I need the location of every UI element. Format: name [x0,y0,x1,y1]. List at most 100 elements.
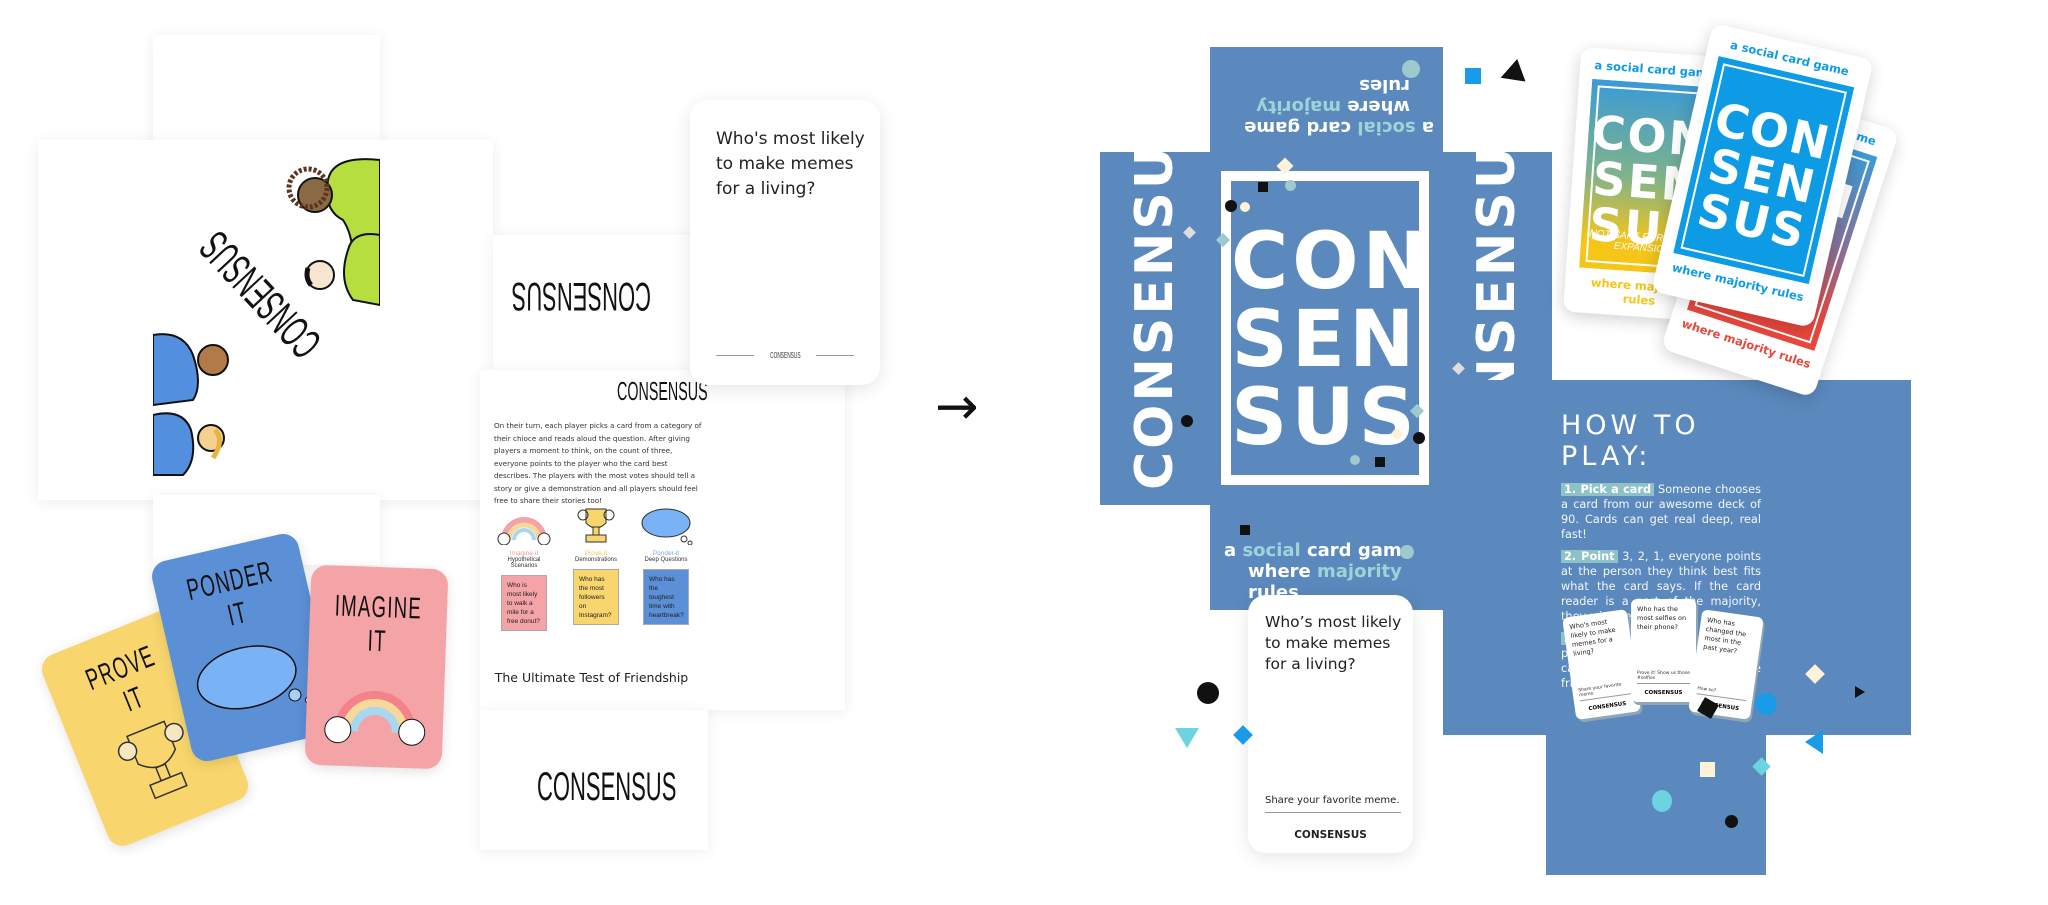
box-bottom-flap: CONSENSUS [480,710,708,850]
category-example: Who is most likely to walk a mile for a … [501,575,547,631]
confetti-circle [1725,815,1738,828]
confetti-triangle [1496,58,1526,90]
how-to-play-panel: HOW TO PLAY: 1. Pick a card Someone choo… [1443,380,1911,735]
question-prompt: Share your favorite meme. [1265,795,1401,813]
tag-majority: majority [1256,96,1341,117]
tag-a: a [1224,540,1237,561]
logo-line-2: SEN [1231,295,1419,385]
rainbow-icon [497,517,551,546]
tag-social: social [1357,117,1416,138]
step-label: 1. Pick a card [1561,483,1655,496]
before-tagline: The Ultimate Test of Friendship [494,670,689,685]
front-face-logo: CON SEN SUS [1231,217,1432,463]
category-ponder: Ponder-it Deep Questions Who has the tou… [636,505,696,625]
confetti-circle [1392,429,1402,439]
tag-a: a [1421,117,1434,138]
category-example: Who has the most followers on Instagram? [573,569,619,625]
categories-legend: Imagine-it Hypothetical Scenarios Who is… [494,505,704,631]
thought-cloud-icon [196,645,312,710]
how-to-play-step-1: 1. Pick a card Someone chooses a card fr… [1561,482,1761,542]
confetti-square [1375,457,1385,467]
category-desc: Demonstrations [574,557,618,563]
logo-line-3: SUS [1231,373,1419,463]
confetti-square [1258,182,1268,192]
confetti-circle [1285,180,1296,191]
category-example: Who has the toughest time with heartbrea… [643,569,689,625]
confetti-circle [1181,415,1193,427]
confetti-triangle [1805,730,1823,754]
rainbow-icon [323,690,425,746]
trophy-icon [577,508,615,543]
category-name: Imagine-it [509,550,539,557]
mini-card-prompt: Prove it! Show us those #selfies [1637,671,1690,684]
confetti-circle [1350,455,1360,465]
confetti-circle [1225,200,1237,212]
box-top-flap [153,35,380,145]
thought-cloud-icon [641,508,693,546]
tag-where: where [1248,561,1311,582]
rules-title-text: CONSENSUS [617,376,708,406]
box-front-panel: CONSENSUS [38,140,493,500]
confetti-circle [1652,790,1672,812]
question-text: Who’s most likely to make memes for a li… [1265,613,1402,673]
divider [716,355,754,356]
tag-where: where [1347,96,1410,117]
confetti-square [1465,68,1481,84]
expansion-logo: CON SEN SUS [1679,92,1845,260]
mini-card-logo: CONSENSUS [1644,690,1683,696]
mini-card-logo: CONSENSUS [1588,700,1627,713]
top-flap-tagline: a social card game where majority rules [1224,75,1434,138]
category-card-line1: IMAGINE [334,589,423,626]
category-card-line2: IT [224,596,251,633]
confetti-circle [1240,202,1250,212]
tag-social: social [1242,540,1301,561]
mini-card-3: Who has changed the most in the past yea… [1688,609,1764,720]
category-card-line2: IT [367,624,388,659]
confetti-triangle [1175,728,1199,748]
mini-card-2: Who has the most selfies on their phone?… [1631,599,1696,702]
before-question-card: Who's most likely to make memes for a li… [690,100,880,385]
left-spine-logo: CONSENSUS [1125,103,1185,490]
bottom-flap-title: CONSENSUS [480,765,708,810]
mini-card-prompt: Share your favorite meme. [1578,681,1633,702]
tag-majority: majority [1317,561,1402,582]
mini-card-question: Who's most likely to make memes for a li… [1568,617,1617,658]
bottom-flap-title-text: CONSENSUS [537,765,677,809]
category-card-imagine: IMAGINE IT [304,564,449,770]
confetti-circle [1400,545,1414,559]
category-prove: Prove-it Demonstrations Who has the most… [566,505,626,625]
mirrored-title-text: CONSENSUS [511,274,651,318]
left-spine: CONSENSUS [1100,103,1210,505]
question-card-logo: CONSENSUS [1294,829,1367,841]
tag-rules: rules [1359,75,1410,96]
question-card-footer: CONSENSUS [716,351,854,360]
step-label: 2. Point [1561,550,1618,563]
tag-card-game: card game [1306,540,1414,561]
rules-text: On their turn, each player picks a card … [494,421,702,505]
mini-card-question: Who has changed the most in the past yea… [1702,615,1747,656]
confetti-circle [1413,432,1425,444]
divider [816,355,854,356]
confetti-circle [1402,60,1420,78]
logo-line-1: CON [1231,217,1432,307]
mirrored-title: CONSENSUS [493,273,708,318]
box-front-face: CONSENSUS [153,140,380,500]
how-to-play-title: HOW TO PLAY: [1561,410,1700,472]
card-footer-logo: CONSENSUS [769,351,801,360]
category-desc: Deep Questions [644,557,688,563]
mini-card-question: Who has the most selfies on their phone? [1637,605,1687,631]
confetti-square [1700,762,1715,777]
confetti-circle [1197,682,1219,704]
category-name: Ponder-it [652,550,680,557]
after-question-card: Who’s most likely to make memes for a li… [1248,595,1413,853]
rules-panel: CONSENSUS On their turn, each player pic… [480,370,845,710]
right-arrow-icon: → [935,377,979,437]
category-name: Prove-it [584,550,608,557]
category-card-line2: IT [118,680,149,719]
category-imagine: Imagine-it Hypothetical Scenarios Who is… [494,505,554,631]
confetti-circle [1755,693,1777,715]
confetti-square [1240,525,1250,535]
category-desc: Hypothetical Scenarios [507,557,541,569]
tag-card-game: card game [1244,117,1352,138]
question-text: Who's most likely to make memes for a li… [716,129,865,199]
